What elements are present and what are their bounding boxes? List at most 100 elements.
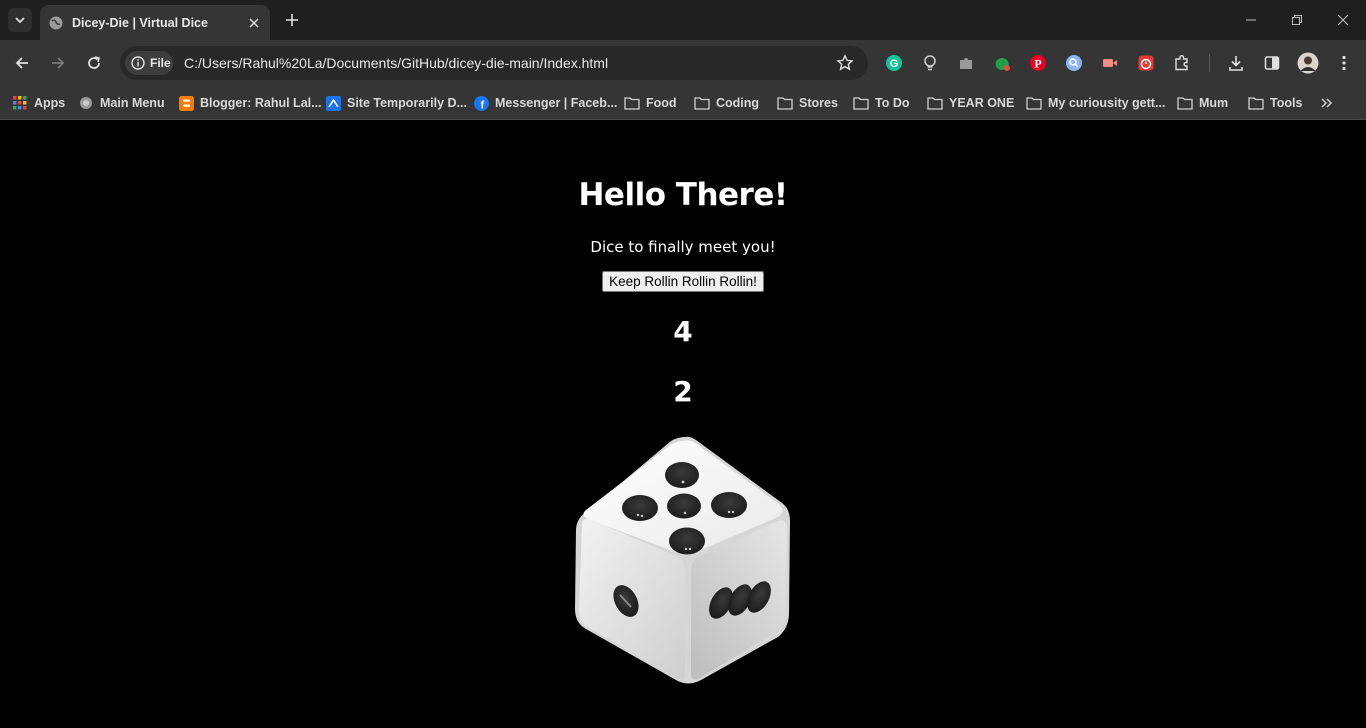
bookmark-folder-food[interactable]: Food bbox=[624, 92, 677, 114]
close-window-button[interactable] bbox=[1331, 8, 1355, 32]
kebab-menu-icon bbox=[1342, 55, 1346, 71]
tab-title: Dicey-Die | Virtual Dice bbox=[72, 15, 208, 30]
dice-result-1: 4 bbox=[673, 315, 693, 348]
profile-button[interactable] bbox=[1297, 52, 1319, 74]
pinterest-extension[interactable]: P bbox=[1027, 52, 1049, 74]
bookmark-label: Site Temporarily D... bbox=[347, 96, 467, 110]
bookmark-folder-year-one[interactable]: YEAR ONE bbox=[927, 92, 1014, 114]
video-extension[interactable] bbox=[1099, 52, 1121, 74]
bookmark-label: My curiousity gett... bbox=[1048, 96, 1166, 110]
close-icon bbox=[1337, 14, 1349, 26]
timer-extension[interactable] bbox=[1135, 52, 1157, 74]
bookmark-apps[interactable]: Apps bbox=[12, 92, 65, 114]
restore-button[interactable] bbox=[1285, 8, 1309, 32]
page-title: Hello There! bbox=[578, 177, 788, 213]
bookmark-folder-curiousity[interactable]: My curiousity gett... bbox=[1026, 92, 1165, 114]
folder-icon bbox=[1177, 95, 1193, 111]
active-tab[interactable]: Dicey-Die | Virtual Dice bbox=[40, 5, 270, 40]
menu-button[interactable] bbox=[1333, 52, 1355, 74]
lightbulb-extension[interactable] bbox=[919, 52, 941, 74]
page-subtitle: Dice to finally meet you! bbox=[590, 238, 776, 256]
folder-icon bbox=[1248, 95, 1264, 111]
magnifier-icon bbox=[1066, 55, 1082, 71]
grammarly-extension[interactable]: G bbox=[883, 52, 905, 74]
avatar bbox=[1297, 52, 1319, 74]
site-info-chip[interactable]: File bbox=[125, 51, 173, 75]
download-icon bbox=[1229, 56, 1243, 71]
stopwatch-icon bbox=[1138, 55, 1154, 71]
folder-icon bbox=[853, 95, 869, 111]
reload-icon bbox=[88, 56, 100, 69]
site-icon bbox=[325, 95, 341, 111]
site-chip-label: File bbox=[150, 56, 171, 70]
url-text[interactable]: C:/Users/Rahul%20La/Documents/GitHub/dic… bbox=[184, 55, 608, 71]
side-panel-button[interactable] bbox=[1261, 52, 1283, 74]
bookmark-site-temporarily[interactable]: Site Temporarily D... bbox=[325, 92, 467, 114]
bookmark-label: Mum bbox=[1199, 96, 1229, 110]
toolbar-separator bbox=[1209, 54, 1210, 72]
bookmark-label: Blogger: Rahul Lal... bbox=[200, 96, 322, 110]
roll-dice-button[interactable]: Keep Rollin Rollin Rollin! bbox=[602, 271, 764, 292]
folder-icon bbox=[927, 95, 943, 111]
bookmark-label: To Do bbox=[875, 96, 910, 110]
bookmark-label: Apps bbox=[34, 96, 66, 110]
bookmark-folder-tools[interactable]: Tools bbox=[1248, 92, 1302, 114]
bookmark-folder-mum[interactable]: Mum bbox=[1177, 92, 1228, 114]
tab-search-button[interactable] bbox=[8, 8, 32, 32]
svg-text:P: P bbox=[1034, 57, 1041, 71]
downloads-button[interactable] bbox=[1225, 52, 1247, 74]
lightbulb-icon bbox=[924, 55, 936, 71]
video-camera-icon bbox=[1103, 59, 1117, 67]
dice-image bbox=[575, 436, 790, 684]
folder-icon bbox=[1026, 95, 1042, 111]
grammarly-icon: G bbox=[886, 55, 902, 71]
svg-text:f: f bbox=[480, 99, 484, 111]
folder-icon bbox=[694, 95, 710, 111]
back-arrow-icon bbox=[15, 57, 28, 69]
forward-button[interactable] bbox=[46, 51, 70, 75]
minimize-button[interactable] bbox=[1239, 8, 1263, 32]
reload-button[interactable] bbox=[82, 51, 106, 75]
bookmark-folder-stores[interactable]: Stores bbox=[777, 92, 838, 114]
bookmark-label: Stores bbox=[799, 96, 838, 110]
tab-strip: Dicey-Die | Virtual Dice bbox=[0, 0, 1366, 40]
chevron-down-icon bbox=[15, 17, 25, 24]
puzzle-icon bbox=[1175, 55, 1188, 71]
bookmark-label: Tools bbox=[1270, 96, 1303, 110]
minimize-icon bbox=[1246, 19, 1256, 21]
blogger-icon bbox=[178, 95, 194, 111]
restore-icon bbox=[1292, 15, 1302, 25]
search-extension[interactable] bbox=[1063, 52, 1085, 74]
bookmarks-overflow-button[interactable] bbox=[1320, 92, 1334, 114]
address-bar[interactable]: File C:/Users/Rahul%20La/Documents/GitHu… bbox=[120, 46, 868, 80]
puzzle-gray-icon bbox=[960, 58, 972, 69]
globe-icon bbox=[48, 15, 64, 31]
bookmark-label: Main Menu bbox=[100, 96, 165, 110]
plus-icon bbox=[286, 14, 298, 26]
bookmark-folder-coding[interactable]: Coding bbox=[694, 92, 759, 114]
close-icon[interactable] bbox=[244, 13, 264, 33]
puzzle-piece-extension[interactable] bbox=[955, 52, 977, 74]
bookmarks-bar: Apps Main Menu Blogger: Rahul Lal... Sit… bbox=[0, 86, 1366, 120]
side-panel-icon bbox=[1264, 56, 1280, 70]
apps-grid-icon bbox=[12, 95, 28, 111]
bookmark-folder-to-do[interactable]: To Do bbox=[853, 92, 909, 114]
pinterest-icon: P bbox=[1030, 55, 1046, 71]
double-chevron-right-icon bbox=[1321, 98, 1333, 108]
star-icon bbox=[836, 54, 854, 71]
bookmark-label: YEAR ONE bbox=[949, 96, 1015, 110]
extensions-button[interactable] bbox=[1171, 52, 1193, 74]
bookmark-star-button[interactable] bbox=[836, 54, 854, 72]
bookmark-blogger[interactable]: Blogger: Rahul Lal... bbox=[178, 92, 322, 114]
facebook-icon: f bbox=[473, 95, 489, 111]
forward-arrow-icon bbox=[52, 57, 65, 69]
evernote-elephant-icon bbox=[995, 58, 1010, 71]
info-icon bbox=[131, 56, 145, 70]
bookmark-main-menu[interactable]: Main Menu bbox=[78, 92, 165, 114]
globe-icon bbox=[78, 95, 94, 111]
new-tab-button[interactable] bbox=[281, 9, 303, 31]
evernote-extension[interactable] bbox=[991, 52, 1013, 74]
back-button[interactable] bbox=[10, 51, 34, 75]
bookmark-messenger[interactable]: f Messenger | Faceb... bbox=[473, 92, 617, 114]
bookmark-label: Food bbox=[646, 96, 677, 110]
